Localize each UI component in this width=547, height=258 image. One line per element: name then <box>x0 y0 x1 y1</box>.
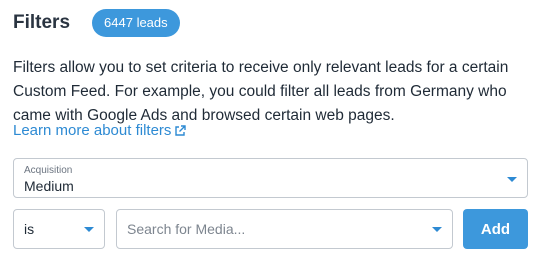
media-search-input[interactable] <box>127 210 417 248</box>
filter-category-select[interactable]: Acquisition Medium <box>13 158 528 198</box>
chevron-down-icon <box>432 227 442 232</box>
filters-header: Filters 6447 leads <box>13 9 180 37</box>
page-title: Filters <box>13 12 71 33</box>
chevron-down-icon <box>507 177 517 182</box>
learn-more-link[interactable]: Learn more about filters <box>13 122 187 139</box>
operator-value: is <box>24 221 35 237</box>
filters-description: Filters allow you to set criteria to rec… <box>13 59 509 124</box>
operator-select[interactable]: is <box>13 209 105 249</box>
leads-count-badge: 6447 leads <box>92 9 180 37</box>
chevron-down-icon <box>84 227 94 232</box>
learn-more-label: Learn more about filters <box>13 122 172 139</box>
filter-category-label: Acquisition <box>24 165 73 176</box>
filter-category-value: Medium <box>24 178 74 194</box>
media-search-select[interactable] <box>116 209 453 249</box>
add-filter-button[interactable]: Add <box>463 209 528 249</box>
external-link-icon <box>175 124 187 136</box>
